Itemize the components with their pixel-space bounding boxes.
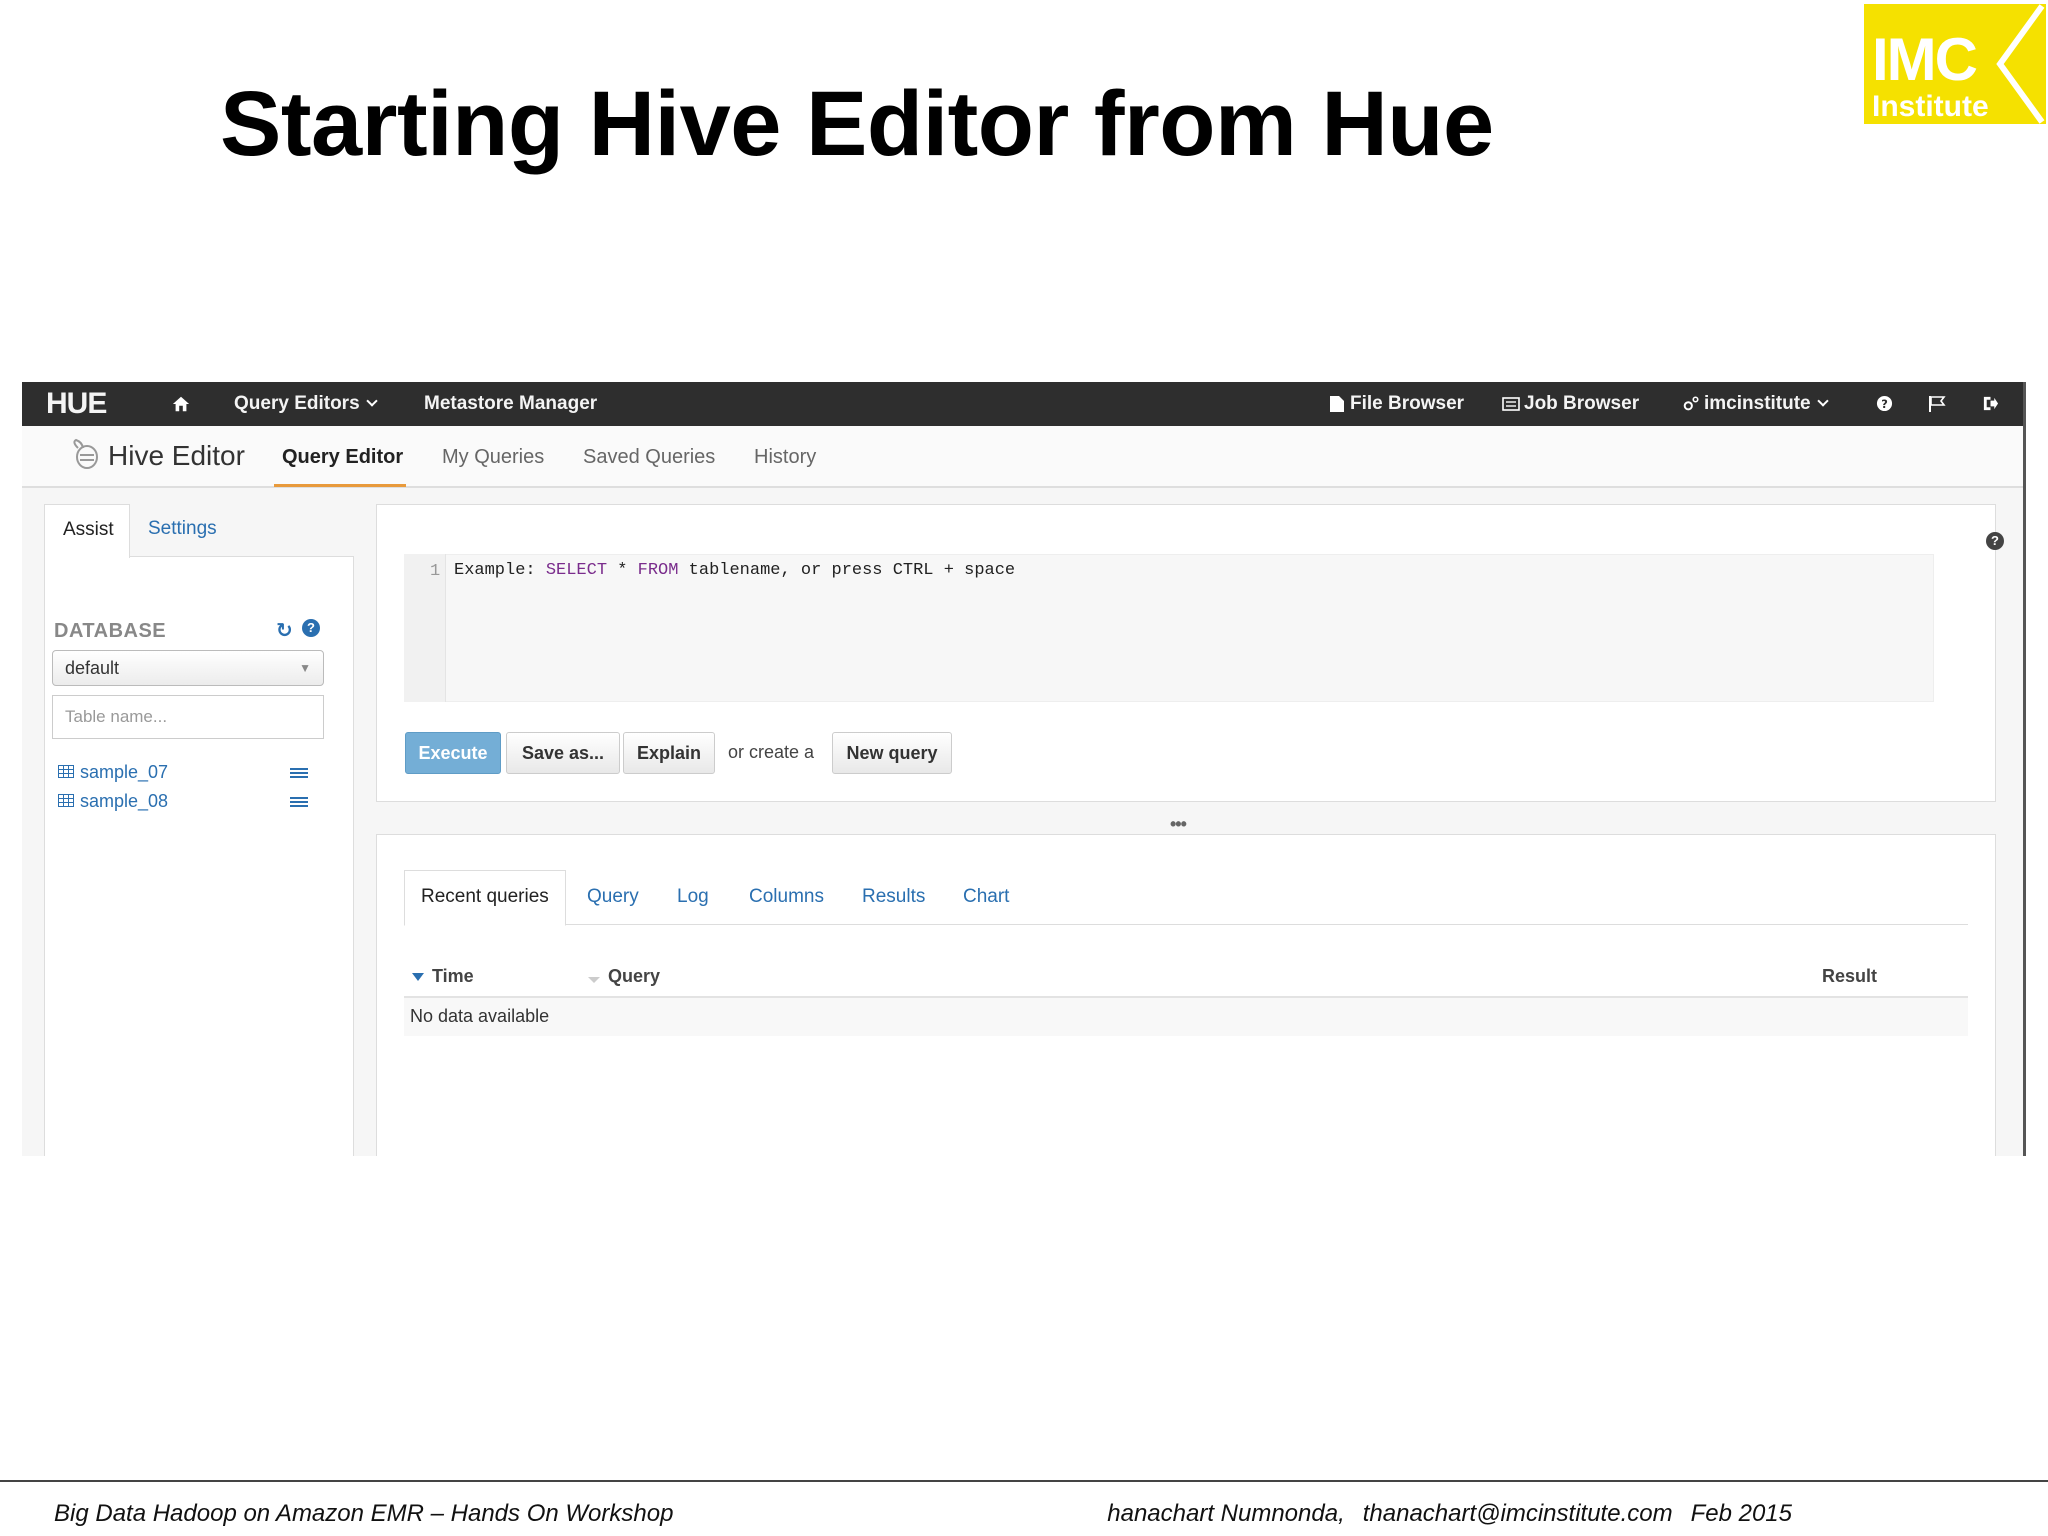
list-window-icon [1502, 397, 1520, 411]
database-select[interactable]: default ▼ [52, 650, 324, 686]
footer-divider [0, 1480, 2048, 1482]
slide-title: Starting Hive Editor from Hue [220, 73, 1494, 175]
code-placeholder: Example: SELECT * FROM tablename, or pre… [454, 561, 1016, 580]
column-header-query[interactable]: Query [588, 966, 660, 987]
top-navbar: HUE Query Editors Metastore Manager File… [22, 382, 2023, 426]
help-icon[interactable]: ? [1876, 382, 1893, 426]
column-header-time[interactable]: Time [412, 966, 474, 987]
empty-table-message: No data available [410, 1006, 550, 1026]
execute-button[interactable]: Execute [405, 732, 501, 774]
footer-workshop-title: Big Data Hadoop on Amazon EMR – Hands On… [54, 1500, 674, 1527]
tab-assist[interactable]: Assist [44, 504, 130, 558]
database-label: DATABASE [54, 620, 167, 642]
query-editors-label: Query Editors [234, 393, 360, 414]
resize-handle[interactable]: ••• [1170, 814, 1187, 835]
query-editors-menu[interactable]: Query Editors [234, 382, 378, 426]
hive-bee-icon [73, 438, 98, 469]
user-name: imcinstitute [1704, 393, 1811, 414]
tab-log[interactable]: Log [677, 886, 709, 908]
table-name: sample_07 [80, 762, 169, 782]
hue-screenshot: HUE Query Editors Metastore Manager File… [22, 382, 2026, 1156]
help-icon[interactable]: ? [1986, 532, 2004, 550]
tab-query-editor[interactable]: Query Editor [282, 446, 403, 469]
tab-my-queries[interactable]: My Queries [442, 446, 544, 469]
file-browser-link[interactable]: File Browser [1328, 382, 1464, 426]
database-select-value: default [65, 658, 120, 678]
table-item-sample-07[interactable]: sample_07 [58, 762, 168, 783]
list-icon[interactable] [290, 768, 308, 782]
active-tab-underline [274, 484, 406, 487]
chevron-down-icon [365, 395, 378, 407]
tab-saved-queries[interactable]: Saved Queries [583, 446, 715, 469]
flag-icon[interactable] [1928, 382, 1946, 426]
job-browser-label: Job Browser [1524, 393, 1640, 414]
explain-button[interactable]: Explain [623, 732, 715, 774]
caret-down-icon: ▼ [299, 661, 311, 675]
save-as-button[interactable]: Save as... [506, 732, 620, 774]
tab-history[interactable]: History [754, 446, 816, 469]
refresh-icon[interactable]: ↻ [276, 618, 293, 643]
results-card [376, 834, 1996, 1156]
logout-icon[interactable] [1982, 382, 1999, 426]
table-item-sample-08[interactable]: sample_08 [58, 791, 168, 812]
svg-text:?: ? [1881, 397, 1888, 411]
tab-columns[interactable]: Columns [749, 886, 824, 908]
logo-chevron-icon [1996, 4, 2045, 124]
logo-text-bottom: Institute [1872, 90, 1989, 123]
assist-panel [44, 556, 354, 1156]
logo-text-top: IMC [1872, 26, 1978, 93]
tab-query[interactable]: Query [587, 886, 639, 908]
results-tabs-divider [404, 924, 1968, 925]
sort-icon [588, 977, 600, 984]
job-browser-link[interactable]: Job Browser [1502, 382, 1639, 426]
app-name: Hive Editor [108, 440, 245, 471]
line-number: 1 [430, 562, 441, 581]
hue-logo[interactable]: HUE [46, 382, 107, 426]
user-menu[interactable]: imcinstitute [1682, 382, 1829, 426]
app-bar: Hive Editor Query Editor My Queries Save… [22, 426, 2023, 488]
file-icon [1330, 395, 1344, 412]
home-icon[interactable] [172, 382, 194, 426]
chevron-down-icon [1816, 395, 1829, 407]
table-name: sample_08 [80, 791, 169, 811]
footer-date: Feb 2015 [1690, 1500, 1792, 1527]
file-browser-label: File Browser [1350, 393, 1465, 414]
table-row [404, 998, 1968, 1036]
footer-author: hanachart Numnonda, thanachart@imcinstitu… [1107, 1500, 1792, 1528]
metastore-manager-link[interactable]: Metastore Manager [424, 382, 597, 426]
footer-author-name: hanachart Numnonda, [1107, 1500, 1345, 1527]
table-icon [58, 793, 74, 807]
imc-institute-logo: IMC Institute [1864, 4, 2046, 124]
sort-desc-icon [412, 973, 424, 982]
tab-settings[interactable]: Settings [130, 504, 235, 558]
footer-author-email: thanachart@imcinstitute.com [1362, 1500, 1673, 1527]
gears-icon [1683, 396, 1699, 411]
new-query-button[interactable]: New query [832, 732, 952, 774]
tab-chart[interactable]: Chart [963, 886, 1009, 908]
tab-results[interactable]: Results [862, 886, 925, 908]
or-create-text: or create a [728, 742, 815, 762]
help-icon[interactable]: ? [302, 619, 320, 637]
table-icon [58, 764, 74, 778]
tab-recent-queries[interactable]: Recent queries [404, 870, 566, 926]
table-name-input[interactable] [52, 695, 324, 739]
list-icon[interactable] [290, 797, 308, 811]
column-header-result[interactable]: Result [1822, 966, 1877, 987]
